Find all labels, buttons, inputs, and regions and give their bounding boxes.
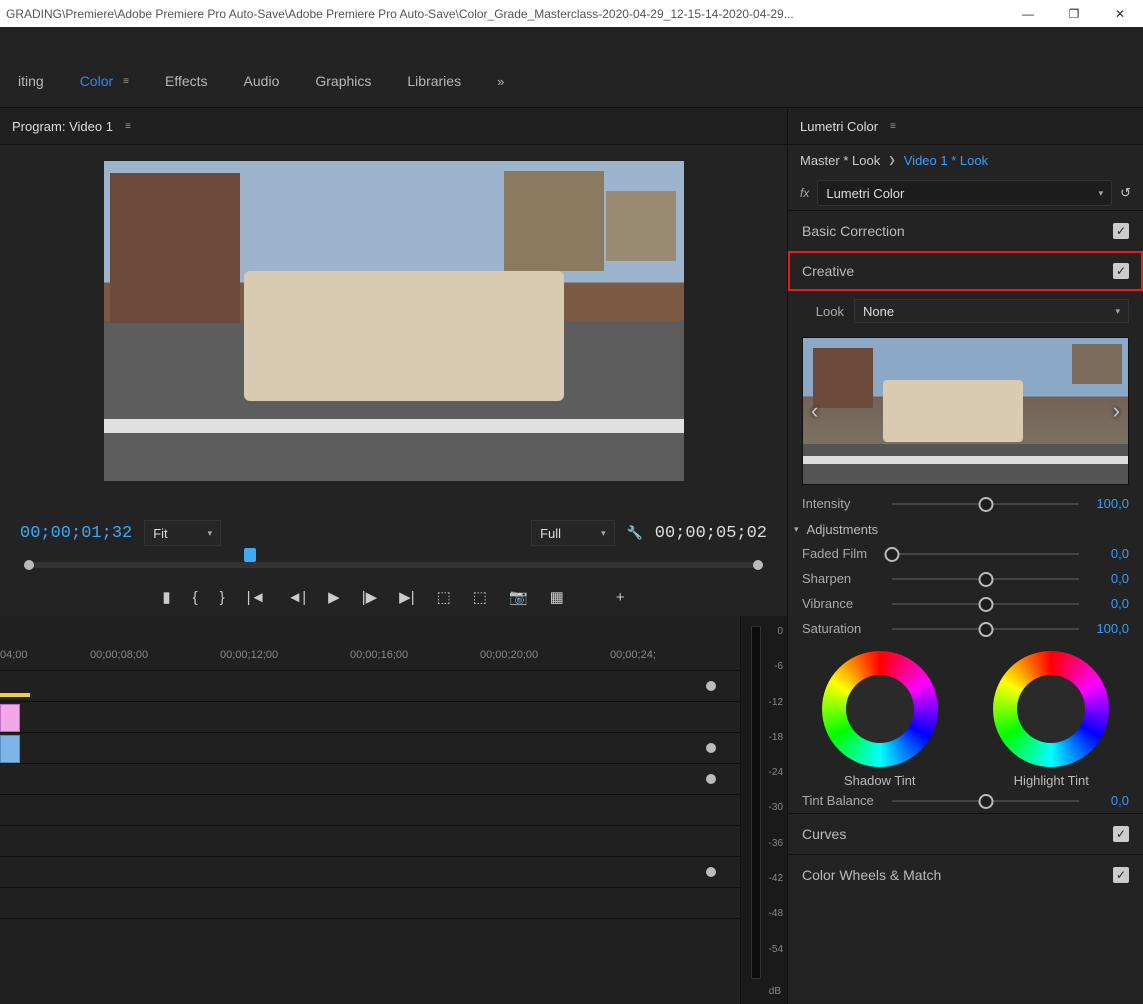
audio-track-3[interactable] [0, 795, 740, 826]
tab-overflow[interactable]: » [479, 64, 522, 99]
colorwheels-checkbox[interactable]: ✓ [1113, 867, 1129, 883]
wrench-icon[interactable]: 🔧 [627, 525, 643, 541]
faded-film-value[interactable]: 0,0 [1089, 546, 1129, 561]
duration-timecode: 00;00;05;02 [655, 524, 767, 543]
program-monitor: Program: Video 1 ≡ 00;00;01;32 Fit▾ Full… [0, 108, 787, 616]
audio-track-6[interactable] [0, 888, 740, 919]
mark-in-icon[interactable]: ▮ [162, 588, 170, 606]
transport-controls: ▮ { } |◄ ◄| ▶ |▶ ▶| ⬚ ⬚ 📷 ▦ + [0, 582, 787, 616]
play-icon[interactable]: ▶ [328, 588, 340, 606]
vibrance-value[interactable]: 0,0 [1089, 596, 1129, 611]
lumetri-title: Lumetri Color [800, 119, 878, 134]
tab-effects[interactable]: Effects [147, 63, 226, 99]
minimize-button[interactable]: — [1005, 0, 1051, 27]
step-fwd-icon[interactable]: |▶ [362, 588, 377, 606]
tint-balance-value[interactable]: 0,0 [1089, 793, 1129, 808]
tab-graphics[interactable]: Graphics [297, 63, 389, 99]
fx-badge: fx [800, 186, 809, 200]
saturation-slider[interactable] [892, 628, 1079, 630]
lift-icon[interactable]: ⬚ [437, 588, 451, 606]
window-titlebar: GRADING\Premiere\Adobe Premiere Pro Auto… [0, 0, 1143, 27]
video-track-1[interactable] [0, 702, 740, 733]
program-viewer[interactable] [104, 161, 684, 481]
add-button-icon[interactable]: + [616, 589, 625, 606]
audio-track-5[interactable] [0, 857, 740, 888]
saturation-value[interactable]: 100,0 [1089, 621, 1129, 636]
tab-audio[interactable]: Audio [226, 63, 298, 99]
camera-icon[interactable]: 📷 [509, 588, 528, 606]
audio-track-1[interactable] [0, 733, 740, 764]
section-basic-correction[interactable]: Basic Correction ✓ [788, 210, 1143, 251]
look-label: Look [802, 304, 844, 319]
video-track-2[interactable] [0, 671, 740, 702]
out-point-icon[interactable]: } [220, 589, 225, 606]
curves-checkbox[interactable]: ✓ [1113, 826, 1129, 842]
current-timecode[interactable]: 00;00;01;32 [20, 524, 132, 543]
section-color-wheels[interactable]: Color Wheels & Match ✓ [788, 854, 1143, 895]
faded-film-slider[interactable] [892, 553, 1079, 555]
panel-menu-icon[interactable]: ≡ [890, 121, 896, 132]
audio-track-2[interactable] [0, 764, 740, 795]
collapse-icon[interactable]: ▾ [794, 524, 799, 535]
step-back-icon[interactable]: ◄| [287, 589, 306, 606]
panel-menu-icon[interactable]: ≡ [125, 121, 131, 132]
maximize-button[interactable]: ❐ [1051, 0, 1097, 27]
reset-icon[interactable]: ↺ [1120, 185, 1131, 201]
chevron-icon: ❯ [888, 155, 896, 166]
workspace-tabs: iting Color≡ Effects Audio Graphics Libr… [0, 55, 1143, 108]
clip-label[interactable]: Video 1 * Look [904, 153, 988, 168]
intensity-value[interactable]: 100,0 [1089, 496, 1129, 511]
export-frame-icon[interactable]: ▦ [550, 588, 564, 606]
time-ruler[interactable]: 04;00 00;00;08;00 00;00;12;00 00;00;16;0… [0, 640, 740, 671]
extract-icon[interactable]: ⬚ [473, 588, 487, 606]
vibrance-slider[interactable] [892, 603, 1079, 605]
zoom-select[interactable]: Fit▾ [144, 520, 221, 546]
go-to-out-icon[interactable]: ▶| [399, 588, 414, 606]
in-point-icon[interactable]: { [193, 589, 198, 606]
menu-bar [0, 27, 1143, 55]
master-clip-label[interactable]: Master * Look [800, 153, 880, 168]
close-button[interactable]: ✕ [1097, 0, 1143, 27]
highlight-tint-wheel[interactable] [993, 651, 1109, 767]
tab-libraries[interactable]: Libraries [389, 63, 479, 99]
scrub-bar[interactable] [22, 554, 765, 578]
effect-select[interactable]: Lumetri Color▾ [817, 180, 1112, 206]
tab-editing[interactable]: iting [0, 63, 62, 99]
section-curves[interactable]: Curves ✓ [788, 813, 1143, 854]
lumetri-panel: Lumetri Color ≡ Master * Look ❯ Video 1 … [787, 108, 1143, 1004]
go-to-in-icon[interactable]: |◄ [247, 589, 266, 606]
audio-clip[interactable] [0, 735, 20, 763]
playhead[interactable] [244, 548, 256, 562]
tint-balance-slider[interactable] [892, 800, 1079, 802]
program-title: Program: Video 1 [12, 119, 113, 134]
basic-checkbox[interactable]: ✓ [1113, 223, 1129, 239]
look-select[interactable]: None▾ [854, 299, 1129, 323]
audio-meters: 0-6-12-18-24-30-36-42-48-54 dB [740, 616, 787, 1004]
timeline-panel: 04;00 00;00;08;00 00;00;12;00 00;00;16;0… [0, 616, 787, 1004]
sharpen-value[interactable]: 0,0 [1089, 571, 1129, 586]
prev-look-icon[interactable]: ‹ [805, 392, 824, 430]
tab-menu-icon[interactable]: ≡ [123, 76, 129, 87]
sharpen-slider[interactable] [892, 578, 1079, 580]
video-clip[interactable] [0, 704, 20, 732]
tab-color[interactable]: Color≡ [62, 63, 147, 99]
shadow-tint-wheel[interactable] [822, 651, 938, 767]
section-creative[interactable]: Creative ✓ [788, 251, 1143, 291]
resolution-select[interactable]: Full▾ [531, 520, 614, 546]
audio-track-4[interactable] [0, 826, 740, 857]
file-path: GRADING\Premiere\Adobe Premiere Pro Auto… [0, 7, 1005, 21]
look-preview: ‹ › [802, 337, 1129, 485]
creative-checkbox[interactable]: ✓ [1113, 263, 1129, 279]
intensity-slider[interactable] [892, 503, 1079, 505]
next-look-icon[interactable]: › [1107, 392, 1126, 430]
